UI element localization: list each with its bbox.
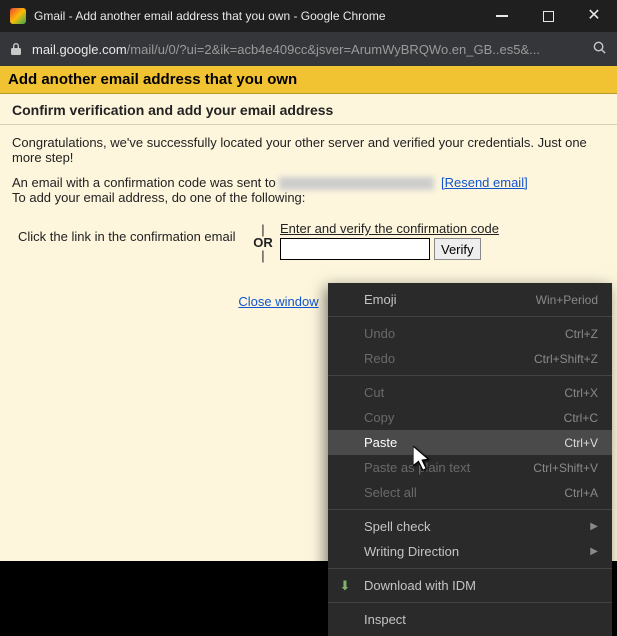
verify-option-right: Enter and verify the confirmation code V…	[280, 221, 499, 260]
window-title: Gmail - Add another email address that y…	[34, 9, 479, 23]
close-window-link[interactable]: Close window	[238, 294, 318, 309]
url-host: mail.google.com	[32, 42, 127, 57]
ctx-undo[interactable]: UndoCtrl+Z	[328, 321, 612, 346]
maximize-button[interactable]	[525, 0, 571, 32]
ctx-copy[interactable]: CopyCtrl+C	[328, 405, 612, 430]
congrats-text: Congratulations, we've successfully loca…	[12, 135, 605, 165]
page-content: Add another email address that you own C…	[0, 66, 617, 561]
ctx-emoji[interactable]: EmojiWin+Period	[328, 287, 612, 312]
ctx-separator	[328, 568, 612, 569]
ctx-paste-plain[interactable]: Paste as plain textCtrl+Shift+V	[328, 455, 612, 480]
search-icon[interactable]	[592, 40, 607, 58]
address-bar[interactable]: mail.google.com/mail/u/0/?ui=2&ik=acb4e4…	[0, 32, 617, 66]
verify-button[interactable]: Verify	[434, 238, 481, 260]
context-menu: EmojiWin+Period UndoCtrl+Z RedoCtrl+Shif…	[328, 283, 612, 636]
ctx-inspect[interactable]: Inspect	[328, 607, 612, 632]
ctx-separator	[328, 316, 612, 317]
verify-row: Click the link in the confirmation email…	[12, 221, 605, 262]
code-label: Enter and verify the confirmation code	[280, 221, 499, 236]
ctx-download-idm[interactable]: ⬇Download with IDM	[328, 573, 612, 598]
ctx-redo[interactable]: RedoCtrl+Shift+Z	[328, 346, 612, 371]
ctx-paste[interactable]: PasteCtrl+V	[328, 430, 612, 455]
ctx-separator	[328, 375, 612, 376]
url-path: /mail/u/0/?ui=2&ik=acb4e409cc&jsver=Arum…	[127, 42, 540, 57]
instructions-line: To add your email address, do one of the…	[12, 190, 605, 205]
lock-icon	[10, 42, 22, 56]
verify-option-left: Click the link in the confirmation email	[18, 221, 246, 244]
gmail-icon	[10, 8, 26, 24]
sent-prefix: An email with a confirmation code was se…	[12, 175, 279, 190]
minimize-icon	[496, 15, 508, 17]
redacted-email	[279, 177, 434, 190]
minimize-button[interactable]	[479, 0, 525, 32]
close-icon: ✕	[587, 8, 600, 24]
ctx-separator	[328, 602, 612, 603]
ctx-writing-direction[interactable]: Writing Direction▶	[328, 539, 612, 564]
window-controls: ✕	[479, 0, 617, 32]
or-separator: | OR |	[246, 221, 280, 262]
confirmation-code-input[interactable]	[280, 238, 430, 260]
sent-line: An email with a confirmation code was se…	[12, 175, 605, 190]
ctx-spell-check[interactable]: Spell check▶	[328, 514, 612, 539]
chevron-right-icon: ▶	[590, 521, 598, 532]
ctx-cut[interactable]: CutCtrl+X	[328, 380, 612, 405]
page-subheader: Confirm verification and add your email …	[0, 94, 617, 125]
ctx-select-all[interactable]: Select allCtrl+A	[328, 480, 612, 505]
download-icon: ⬇	[338, 578, 352, 594]
page-header: Add another email address that you own	[0, 66, 617, 94]
chevron-right-icon: ▶	[590, 546, 598, 557]
ctx-separator	[328, 509, 612, 510]
maximize-icon	[543, 11, 554, 22]
window-titlebar: Gmail - Add another email address that y…	[0, 0, 617, 32]
resend-email-link[interactable]: [Resend email]	[441, 175, 528, 190]
url-text: mail.google.com/mail/u/0/?ui=2&ik=acb4e4…	[32, 42, 584, 57]
close-button[interactable]: ✕	[571, 0, 617, 32]
